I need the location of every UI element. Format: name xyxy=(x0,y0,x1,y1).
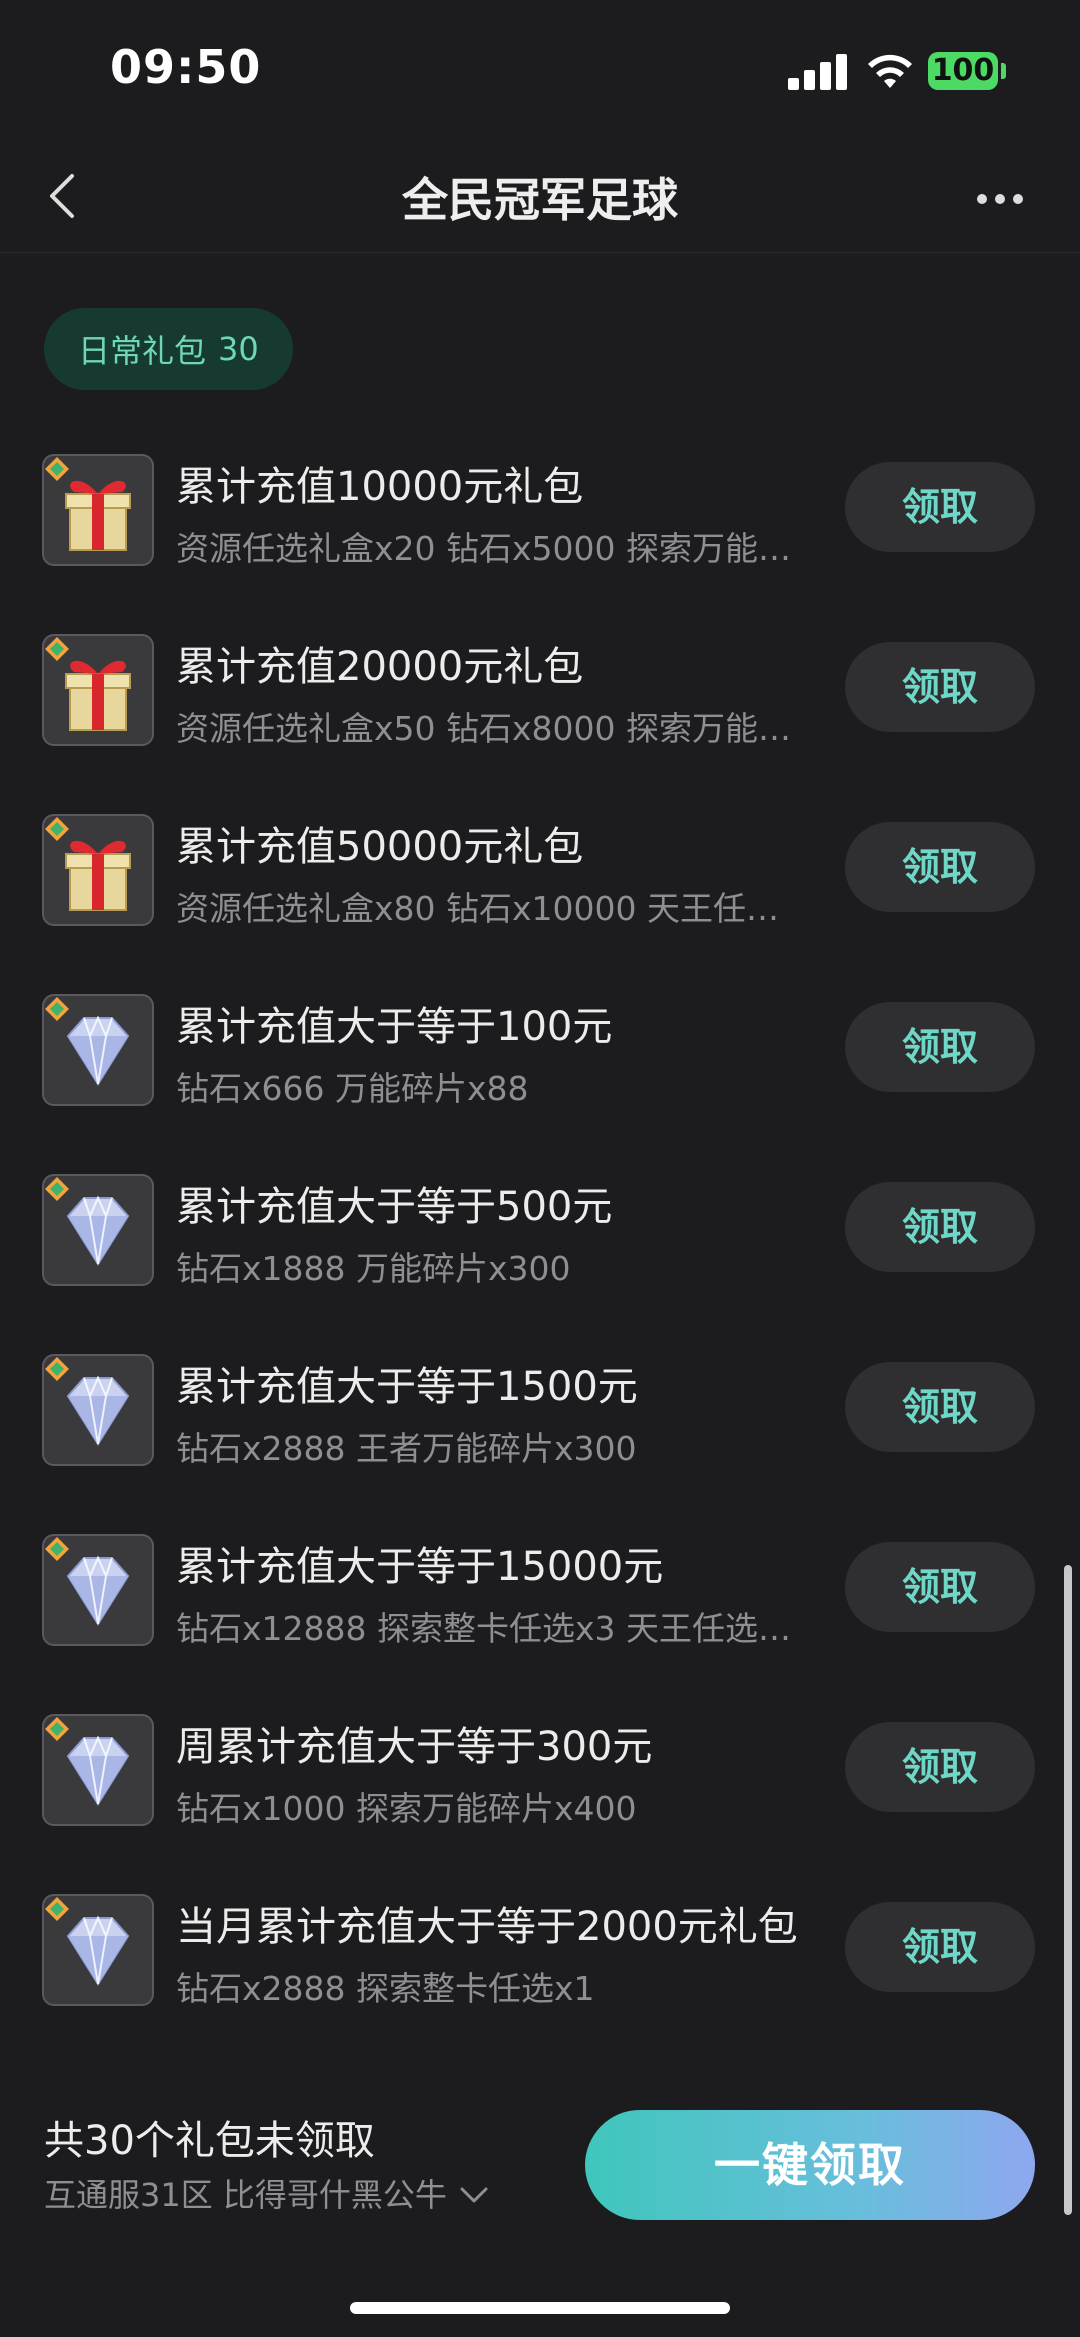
item-description: 钻石x1888 万能碎片x300 xyxy=(176,1249,571,1288)
item-description: 资源任选礼盒x20 钻石x5000 探索万能碎片x1000 xyxy=(176,529,796,568)
list-item: 累计充值大于等于1500元 钻石x2888 王者万能碎片x300 领取 xyxy=(0,1350,1080,1530)
diamond-icon xyxy=(42,994,154,1106)
list-item: 累计充值10000元礼包 资源任选礼盒x20 钻石x5000 探索万能碎片x10… xyxy=(0,450,1080,630)
item-title: 当月累计充值大于等于2000元礼包 xyxy=(176,1904,796,1950)
nav-bar: 全民冠军足球 xyxy=(0,140,1080,253)
claim-button[interactable]: 领取 xyxy=(845,642,1035,732)
item-description: 钻石x666 万能碎片x88 xyxy=(176,1069,529,1108)
list-item: 累计充值大于等于15000元 钻石x12888 探索整卡任选x3 天王任选卡x1… xyxy=(0,1530,1080,1710)
status-time: 09:50 xyxy=(110,40,262,94)
claim-button[interactable]: 领取 xyxy=(845,462,1035,552)
gift-pack-list: 累计充值10000元礼包 资源任选礼盒x20 钻石x5000 探索万能碎片x10… xyxy=(0,450,1080,2070)
diamond-icon xyxy=(42,1174,154,1286)
server-selector[interactable]: 互通服31区 比得哥什黑公牛 xyxy=(44,2170,489,2216)
chevron-down-icon xyxy=(460,2187,488,2203)
category-tag[interactable]: 日常礼包 30 xyxy=(44,308,293,390)
claim-all-button[interactable]: 一键领取 xyxy=(585,2110,1035,2220)
gift-box-icon xyxy=(42,814,154,926)
item-description: 钻石x12888 探索整卡任选x3 天王任选卡x1 xyxy=(176,1609,796,1648)
battery-indicator: 100 xyxy=(928,52,998,90)
footer-bar: 共30个礼包未领取 互通服31区 比得哥什黑公牛 一键领取 xyxy=(0,2090,1080,2250)
unclaimed-count-text: 共30个礼包未领取 xyxy=(44,2118,375,2164)
item-description: 钻石x1000 探索万能碎片x400 xyxy=(176,1789,637,1828)
claim-button[interactable]: 领取 xyxy=(845,1902,1035,1992)
list-item: 周累计充值大于等于300元 钻石x1000 探索万能碎片x400 领取 xyxy=(0,1710,1080,1890)
item-title: 周累计充值大于等于300元 xyxy=(176,1724,653,1770)
item-title: 累计充值20000元礼包 xyxy=(176,644,584,690)
item-title: 累计充值大于等于100元 xyxy=(176,1004,613,1050)
item-description: 资源任选礼盒x50 钻石x8000 探索万能碎片x2000 xyxy=(176,709,796,748)
item-title: 累计充值10000元礼包 xyxy=(176,464,584,510)
item-title: 累计充值大于等于15000元 xyxy=(176,1544,664,1590)
item-description: 钻石x2888 王者万能碎片x300 xyxy=(176,1429,637,1468)
page-title: 全民冠军足球 xyxy=(402,173,678,227)
more-options-icon[interactable] xyxy=(965,166,1035,226)
item-title: 累计充值50000元礼包 xyxy=(176,824,584,870)
claim-button[interactable]: 领取 xyxy=(845,822,1035,912)
list-item: 累计充值大于等于500元 钻石x1888 万能碎片x300 领取 xyxy=(0,1170,1080,1350)
claim-button[interactable]: 领取 xyxy=(845,1542,1035,1632)
diamond-icon xyxy=(42,1894,154,2006)
item-description: 资源任选礼盒x80 钻石x10000 天王任选卡x1 xyxy=(176,889,796,928)
list-item: 累计充值50000元礼包 资源任选礼盒x80 钻石x10000 天王任选卡x1 … xyxy=(0,810,1080,990)
home-indicator[interactable] xyxy=(350,2302,730,2314)
claim-button[interactable]: 领取 xyxy=(845,1362,1035,1452)
status-bar: 09:50 100 xyxy=(0,0,1080,140)
wifi-icon xyxy=(868,54,912,88)
item-title: 累计充值大于等于1500元 xyxy=(176,1364,638,1410)
battery-tip xyxy=(1001,63,1006,79)
list-item: 当月累计充值大于等于2000元礼包 钻石x2888 探索整卡任选x1 领取 xyxy=(0,1890,1080,2070)
category-tag-count: 30 xyxy=(218,330,259,368)
gift-box-icon xyxy=(42,454,154,566)
diamond-icon xyxy=(42,1714,154,1826)
server-name: 互通服31区 比得哥什黑公牛 xyxy=(44,2176,447,2214)
gift-box-icon xyxy=(42,634,154,746)
claim-button[interactable]: 领取 xyxy=(845,1182,1035,1272)
list-item: 累计充值大于等于100元 钻石x666 万能碎片x88 领取 xyxy=(0,990,1080,1170)
cellular-signal-icon xyxy=(788,52,848,90)
claim-button[interactable]: 领取 xyxy=(845,1002,1035,1092)
category-tag-label: 日常礼包 xyxy=(78,332,207,370)
diamond-icon xyxy=(42,1534,154,1646)
item-title: 累计充值大于等于500元 xyxy=(176,1184,613,1230)
claim-button[interactable]: 领取 xyxy=(845,1722,1035,1812)
list-item: 累计充值20000元礼包 资源任选礼盒x50 钻石x8000 探索万能碎片x20… xyxy=(0,630,1080,810)
item-description: 钻石x2888 探索整卡任选x1 xyxy=(176,1969,595,2008)
diamond-icon xyxy=(42,1354,154,1466)
